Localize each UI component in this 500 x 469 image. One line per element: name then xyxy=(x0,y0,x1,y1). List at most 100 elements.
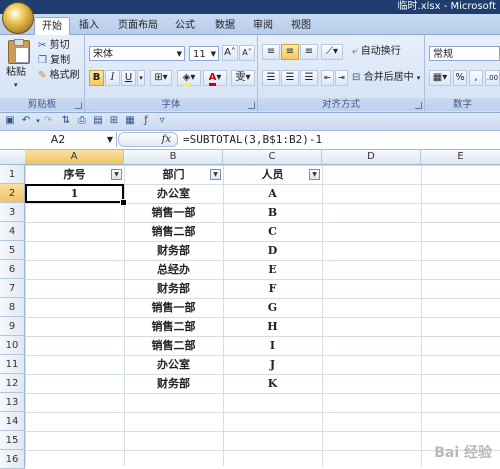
header-cell-department[interactable]: 部门 xyxy=(124,165,223,184)
number-format-combo[interactable]: 常规 xyxy=(429,46,500,61)
underline-button[interactable]: U xyxy=(121,70,136,86)
undo-icon[interactable]: ↶ xyxy=(20,115,32,127)
align-center-button[interactable]: ☰ xyxy=(281,70,299,86)
print-preview-icon[interactable]: ⎙ xyxy=(76,115,88,127)
insert-function-button[interactable]: fx xyxy=(118,132,178,147)
wrap-text-button[interactable]: ⤶ 自动换行 xyxy=(352,45,401,59)
chart-icon[interactable]: ▤ xyxy=(92,115,104,127)
align-top-button[interactable]: ≡ xyxy=(262,44,280,60)
row-header[interactable]: 3 xyxy=(0,203,25,222)
align-bottom-button[interactable]: ≡ xyxy=(300,44,318,60)
name-box[interactable]: A2 ▼ xyxy=(0,132,117,147)
comma-button[interactable]: , xyxy=(469,70,483,86)
dialog-launcher-icon[interactable] xyxy=(415,102,422,109)
department-cell[interactable]: 总经办 xyxy=(124,260,223,279)
cell-grid[interactable]: 序号 ▼ 部门 ▼ 人员 ▼ 1 办公室 销售一部 销售二部 财务部 总经办 财… xyxy=(25,165,500,466)
redo-icon[interactable]: ↷ xyxy=(42,115,54,127)
tab-view[interactable]: 视图 xyxy=(286,17,316,34)
department-cell[interactable]: 销售二部 xyxy=(124,336,223,355)
department-cell[interactable]: 财务部 xyxy=(124,241,223,260)
filter-dropdown-b[interactable]: ▼ xyxy=(210,169,221,180)
person-cell[interactable]: C xyxy=(223,222,322,241)
department-cell[interactable]: 办公室 xyxy=(124,355,223,374)
align-middle-button[interactable]: ≡ xyxy=(281,44,299,60)
person-cell[interactable]: B xyxy=(223,203,322,222)
department-cell[interactable]: 财务部 xyxy=(124,279,223,298)
office-button[interactable] xyxy=(2,2,34,34)
underline-dropdown[interactable]: ▾ xyxy=(137,70,145,86)
department-cell[interactable]: 销售一部 xyxy=(124,298,223,317)
cut-button[interactable]: ✂ 剪切 xyxy=(38,39,70,53)
merge-center-button[interactable]: ⊟ 合并后居中 ▾ xyxy=(352,71,420,85)
column-header-c[interactable]: C xyxy=(223,150,322,164)
department-cell[interactable]: 财务部 xyxy=(124,374,223,393)
customize-qat-icon[interactable]: ▿ xyxy=(156,115,168,127)
row-header[interactable]: 5 xyxy=(0,241,25,260)
filter-dropdown-a[interactable]: ▼ xyxy=(111,169,122,180)
row-header[interactable]: 8 xyxy=(0,298,25,317)
department-cell[interactable]: 办公室 xyxy=(124,184,223,203)
percent-button[interactable]: % xyxy=(453,70,467,86)
sort-icon[interactable]: ⇅ xyxy=(60,115,72,127)
row-header[interactable]: 1 xyxy=(0,165,25,184)
align-right-button[interactable]: ☰ xyxy=(300,70,318,86)
save-icon[interactable]: ▣ xyxy=(4,115,16,127)
formula-input[interactable]: =SUBTOTAL(3,B$1:B2)-1 xyxy=(183,132,322,147)
person-cell[interactable]: I xyxy=(223,336,322,355)
decimal-button[interactable]: .00 xyxy=(485,70,500,86)
table-icon[interactable]: ⊞ xyxy=(108,115,120,127)
calculator-icon[interactable]: ▦ xyxy=(124,115,136,127)
filter-dropdown-c[interactable]: ▼ xyxy=(309,169,320,180)
person-cell[interactable]: D xyxy=(223,241,322,260)
row-header[interactable]: 10 xyxy=(0,336,25,355)
increase-indent-button[interactable]: ⇥ xyxy=(335,70,348,86)
bold-button[interactable]: B xyxy=(89,70,104,86)
phonetic-button[interactable]: 雯▾ xyxy=(231,70,255,86)
borders-button[interactable]: ⊞▾ xyxy=(150,70,172,86)
font-size-combo[interactable]: 11 ▼ xyxy=(189,46,219,61)
person-cell[interactable]: A xyxy=(223,184,322,203)
row-header[interactable]: 12 xyxy=(0,374,25,393)
fill-color-button[interactable]: ◈▾ xyxy=(177,70,201,86)
function-icon[interactable]: ƒ xyxy=(140,115,152,127)
tab-page-layout[interactable]: 页面布局 xyxy=(110,17,166,34)
font-name-combo[interactable]: 宋体 ▼ xyxy=(89,46,185,61)
tab-data[interactable]: 数据 xyxy=(210,17,240,34)
fill-handle[interactable] xyxy=(120,199,127,206)
column-header-d[interactable]: D xyxy=(322,150,421,164)
paste-button[interactable]: 粘贴 ▾ xyxy=(4,38,32,93)
department-cell[interactable]: 销售二部 xyxy=(124,317,223,336)
dialog-launcher-icon[interactable] xyxy=(248,102,255,109)
tab-formulas[interactable]: 公式 xyxy=(170,17,200,34)
font-color-button[interactable]: A▾ xyxy=(203,70,227,86)
tab-home[interactable]: 开始 xyxy=(34,17,70,35)
person-cell[interactable]: H xyxy=(223,317,322,336)
row-header[interactable]: 7 xyxy=(0,279,25,298)
person-cell[interactable]: J xyxy=(223,355,322,374)
row-header[interactable]: 13 xyxy=(0,393,25,412)
header-cell-index[interactable]: 序号 xyxy=(25,165,124,184)
header-cell-person[interactable]: 人员 xyxy=(223,165,322,184)
row-header[interactable]: 4 xyxy=(0,222,25,241)
row-header[interactable]: 6 xyxy=(0,260,25,279)
row-header[interactable]: 2 xyxy=(0,184,25,203)
row-header[interactable]: 14 xyxy=(0,412,25,431)
chevron-down-icon[interactable]: ▼ xyxy=(107,132,113,147)
department-cell[interactable]: 销售一部 xyxy=(124,203,223,222)
department-cell[interactable]: 销售二部 xyxy=(124,222,223,241)
column-header-e[interactable]: E xyxy=(421,150,500,164)
orientation-button[interactable]: ⟋▾ xyxy=(321,44,343,60)
person-cell[interactable]: K xyxy=(223,374,322,393)
row-header[interactable]: 15 xyxy=(0,431,25,450)
accounting-format-button[interactable]: ▦▾ xyxy=(429,70,451,86)
shrink-font-button[interactable]: A˅ xyxy=(239,45,255,61)
dialog-launcher-icon[interactable] xyxy=(75,102,82,109)
person-cell[interactable]: F xyxy=(223,279,322,298)
tab-insert[interactable]: 插入 xyxy=(74,17,104,34)
align-left-button[interactable]: ☰ xyxy=(262,70,280,86)
row-header[interactable]: 9 xyxy=(0,317,25,336)
format-painter-button[interactable]: ✎ 格式刷 xyxy=(38,69,80,83)
row-header[interactable]: 16 xyxy=(0,450,25,469)
copy-button[interactable]: ❐ 复制 xyxy=(38,54,70,68)
person-cell[interactable]: G xyxy=(223,298,322,317)
